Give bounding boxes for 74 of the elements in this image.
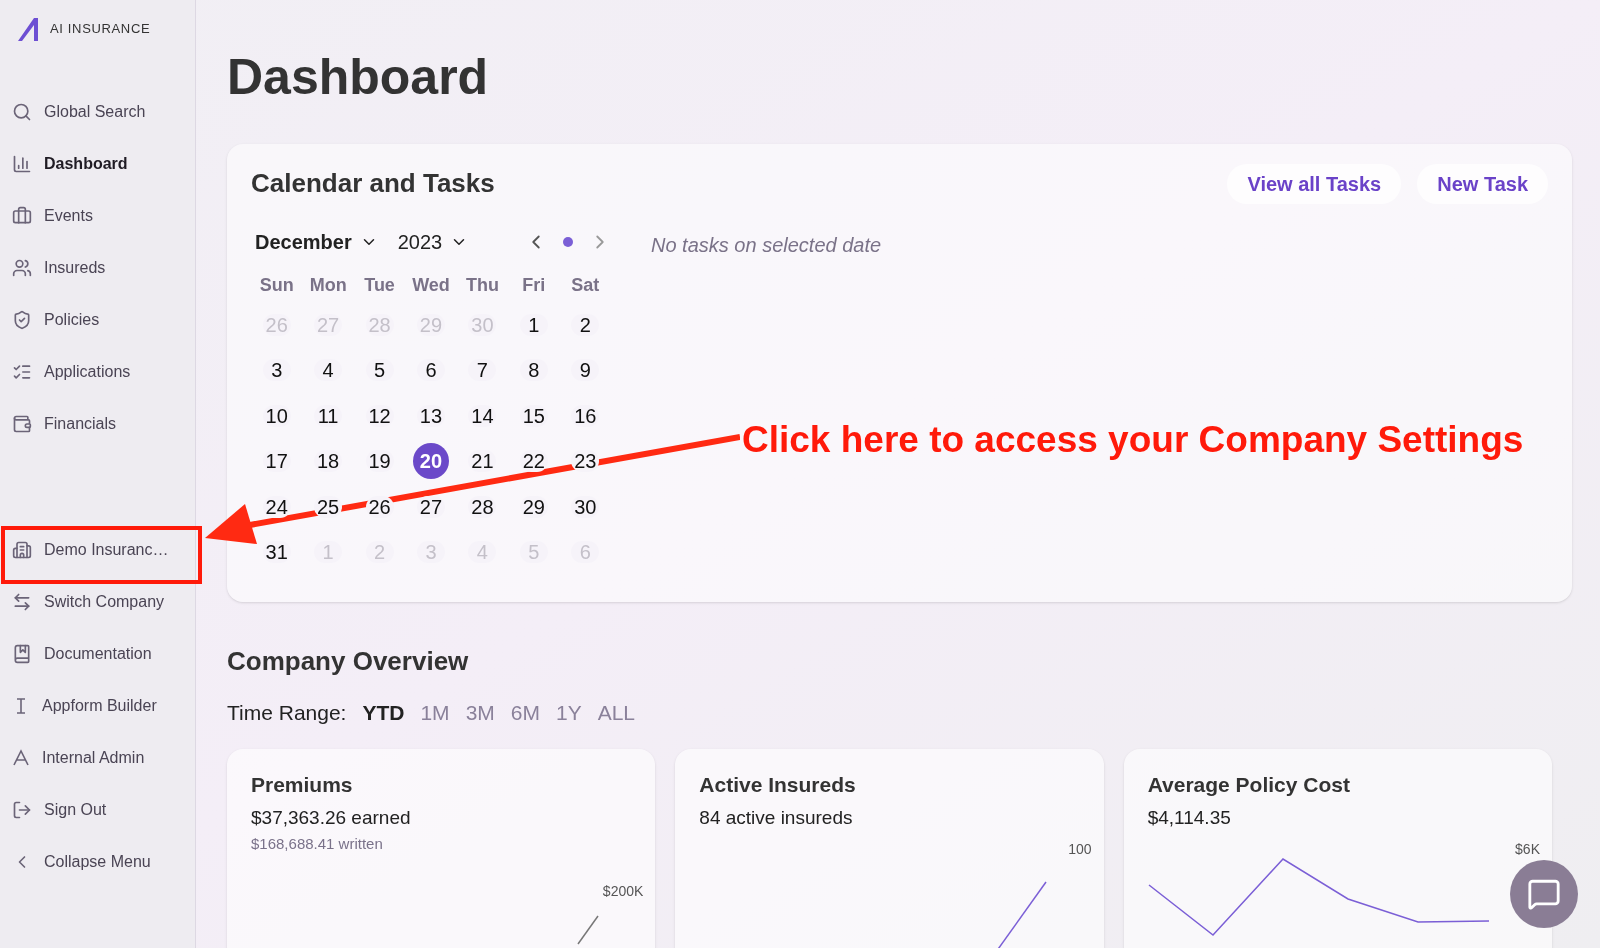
- card-title: Calendar and Tasks: [251, 167, 495, 200]
- calendar-day[interactable]: 3: [262, 359, 291, 382]
- card-title: Active Insureds: [699, 771, 857, 798]
- sidebar-item[interactable]: Documentation: [0, 634, 195, 674]
- weekday-label: Mon: [308, 274, 348, 297]
- section-title: Company Overview: [227, 645, 470, 678]
- sidebar-item[interactable]: Collapse Menu: [0, 842, 195, 882]
- time-range-option[interactable]: YTD: [362, 697, 405, 729]
- weekday-label: Tue: [363, 274, 396, 297]
- calendar-day[interactable]: 29: [519, 495, 548, 518]
- calendar-day[interactable]: 20: [413, 443, 449, 480]
- year-select[interactable]: 2023: [397, 227, 469, 257]
- weekday-label: Thu: [464, 274, 500, 297]
- time-range-label: Time Range:: [227, 700, 347, 726]
- calendar-day[interactable]: 12: [365, 404, 394, 427]
- weekday-label: Wed: [411, 274, 451, 297]
- card-value: 84 active insureds: [699, 806, 854, 830]
- calendar-day[interactable]: 30: [571, 495, 600, 518]
- sidebar-item[interactable]: Events: [0, 196, 195, 236]
- task-button[interactable]: New Task: [1417, 164, 1548, 204]
- calendar-day[interactable]: 21: [468, 450, 497, 473]
- sidebar-item[interactable]: Dashboard: [0, 144, 195, 184]
- weekday-label: Sat: [570, 274, 601, 297]
- calendar-day[interactable]: 25: [314, 495, 343, 518]
- calendar-day[interactable]: 31: [262, 541, 291, 564]
- axis-tick-label: $200K: [602, 881, 644, 901]
- calendar-day[interactable]: 5: [365, 359, 394, 382]
- calendar-day[interactable]: 2: [571, 313, 600, 336]
- calendar-day[interactable]: 10: [262, 404, 291, 427]
- sidebar-item[interactable]: Demo Insuranc…: [0, 530, 195, 570]
- calendar-day[interactable]: 8: [519, 359, 548, 382]
- calendar-day[interactable]: 16: [571, 404, 600, 427]
- weekday-label: Sun: [258, 274, 295, 297]
- calendar-day[interactable]: 17: [262, 450, 291, 473]
- sidebar-item[interactable]: Appform Builder: [0, 686, 195, 726]
- card-title: Average Policy Cost: [1147, 771, 1351, 798]
- sidebar-item[interactable]: Insureds: [0, 248, 195, 288]
- card-subvalue: $168,688.41 written: [251, 833, 384, 854]
- sidebar-item[interactable]: Internal Admin: [0, 738, 195, 778]
- month-select[interactable]: December: [251, 227, 382, 257]
- sidebar-item[interactable]: Financials: [0, 404, 195, 444]
- calendar-day[interactable]: 22: [519, 450, 548, 473]
- calendar-day[interactable]: 13: [417, 404, 445, 427]
- calendar-day[interactable]: 4: [314, 359, 343, 382]
- axis-tick-label: $6K: [1515, 839, 1540, 859]
- card-value: $37,363.26 earned: [251, 806, 412, 830]
- calendar-day[interactable]: 18: [314, 450, 343, 473]
- sidebar-item[interactable]: Policies: [0, 300, 195, 340]
- empty-tasks-message: No tasks on selected date: [651, 233, 882, 258]
- page-title: Dashboard: [227, 52, 490, 102]
- calendar-day[interactable]: 6: [417, 359, 445, 382]
- task-button[interactable]: View all Tasks: [1227, 164, 1402, 204]
- calendar-day[interactable]: 24: [262, 495, 291, 518]
- calendar-day[interactable]: 11: [314, 404, 343, 427]
- axis-tick-label: 100: [1068, 839, 1092, 859]
- calendar-day[interactable]: 14: [468, 404, 497, 427]
- calendar-day[interactable]: 23: [571, 450, 600, 473]
- sidebar-item[interactable]: Switch Company: [0, 582, 195, 622]
- sidebar-item[interactable]: Applications: [0, 352, 195, 392]
- calendar-day[interactable]: 26: [365, 495, 394, 518]
- sidebar-item[interactable]: Sign Out: [0, 790, 195, 830]
- calendar-day[interactable]: 7: [468, 359, 497, 382]
- calendar-day[interactable]: 15: [519, 404, 548, 427]
- brand-name: AI INSURANCE: [50, 20, 151, 39]
- sidebar-item[interactable]: Global Search: [0, 92, 195, 132]
- card-value: $4,114.35: [1147, 806, 1232, 830]
- calendar-day[interactable]: 1: [519, 313, 548, 336]
- calendar-day[interactable]: 27: [417, 495, 445, 518]
- calendar-day[interactable]: 28: [468, 495, 497, 518]
- calendar-day[interactable]: 19: [365, 450, 394, 473]
- card-title: Premiums: [251, 771, 354, 798]
- weekday-label: Fri: [521, 274, 547, 297]
- calendar-day[interactable]: 9: [571, 359, 600, 382]
- annotation-text: Click here to access your Company Settings: [742, 418, 1524, 462]
